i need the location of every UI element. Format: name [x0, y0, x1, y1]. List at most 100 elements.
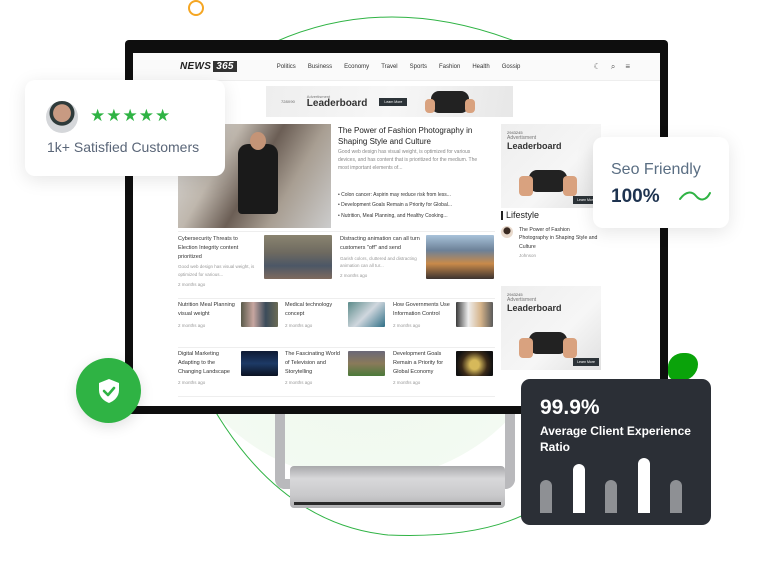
nav-business[interactable]: Business: [308, 64, 332, 70]
bullet-link[interactable]: Development Goals Remain a Priority for …: [338, 200, 488, 210]
article-card[interactable]: Distracting animation can all turn custo…: [340, 235, 425, 279]
ad-size: 728X90: [281, 99, 295, 104]
seo-card: Seo Friendly 100%: [593, 137, 729, 228]
article-title[interactable]: Nutrition Meal Planning visual weight: [178, 301, 238, 319]
main-nav: Politics Business Economy Travel Sports …: [277, 64, 521, 70]
article-thumbnail[interactable]: [456, 302, 493, 327]
article-time: 2 months ago: [178, 322, 206, 328]
lifestyle-item-author: Johnson: [519, 252, 537, 258]
article-desc: Good web design has visual weight, is op…: [178, 264, 255, 277]
site-header: NEWS 365 Politics Business Economy Trave…: [133, 53, 660, 81]
article-card[interactable]: How Governments Use Information Control …: [393, 301, 453, 329]
security-badge: [76, 358, 141, 423]
article-card[interactable]: Cybersecurity Threats to Election Integr…: [178, 235, 258, 288]
customers-card: ★★★★★ 1k+ Satisfied Customers: [25, 80, 225, 176]
nav-fashion[interactable]: Fashion: [439, 64, 460, 70]
sidebar: 2943245 Advertisment Leaderboard Learn M…: [501, 124, 601, 370]
site-logo[interactable]: NEWS 365: [180, 61, 237, 72]
rating-stars: ★★★★★: [90, 106, 172, 125]
lifestyle-item-title[interactable]: The Power of Fashion Photography in Shap…: [519, 226, 599, 251]
article-title[interactable]: Distracting animation can all turn custo…: [340, 235, 425, 253]
bullet-link[interactable]: Colon cancer: Aspirin may reduce risk fr…: [338, 190, 488, 200]
ad-learn-more-button[interactable]: Learn More: [573, 357, 599, 366]
menu-icon[interactable]: ≡: [625, 62, 630, 72]
ad-title: Leaderboard: [507, 302, 562, 313]
article-title[interactable]: Development Goals Remain a Priority for …: [393, 350, 453, 376]
logo-number: 365: [213, 61, 237, 72]
author-avatar: [501, 226, 513, 238]
gamepad-image: [519, 331, 577, 358]
experience-bar: [572, 463, 585, 513]
article-thumbnail[interactable]: [241, 351, 278, 376]
article-time: 2 months ago: [285, 322, 313, 328]
divider: [178, 231, 495, 232]
experience-bar: [540, 480, 552, 513]
article-title[interactable]: Digital Marketing Adapting to the Changi…: [178, 350, 240, 376]
nav-economy[interactable]: Economy: [344, 64, 369, 70]
moon-icon[interactable]: ☾: [594, 62, 601, 72]
hero-stage: NEWS 365 Politics Business Economy Trave…: [0, 0, 759, 568]
article-time: 2 months ago: [340, 272, 368, 278]
article-thumbnail[interactable]: [426, 235, 494, 279]
experience-bar: [637, 458, 650, 513]
experience-label: Average Client Experience Ratio: [540, 424, 691, 454]
ad-title: Leaderboard: [306, 97, 368, 109]
article-title[interactable]: Cybersecurity Threats to Election Integr…: [178, 235, 258, 261]
experience-value: 99.9%: [540, 396, 600, 419]
divider: [178, 298, 495, 299]
seo-title: Seo Friendly: [611, 161, 701, 178]
article-time: 2 months ago: [393, 322, 421, 328]
article-title[interactable]: The Fascinating World of Television and …: [285, 350, 345, 376]
gamepad-image: [519, 170, 577, 196]
ad-title: Leaderboard: [507, 141, 562, 151]
search-icon[interactable]: ⌕: [611, 62, 615, 72]
monitor-base: [290, 466, 505, 508]
article-time: 2 months ago: [285, 380, 313, 386]
article-thumbnail[interactable]: [241, 302, 278, 327]
article-thumbnail[interactable]: [348, 351, 385, 376]
section-heading-lifestyle: Lifestyle: [501, 211, 601, 220]
article-thumbnail[interactable]: [264, 235, 332, 279]
article-thumbnail[interactable]: [456, 351, 493, 376]
nav-sports[interactable]: Sports: [410, 64, 427, 70]
experience-bar: [670, 480, 682, 513]
wave-icon: [679, 191, 711, 201]
sidebar-ad-2[interactable]: 2943245 Advertisment Leaderboard Learn M…: [501, 285, 601, 370]
hero-bullets: Colon cancer: Aspirin may reduce risk fr…: [338, 190, 488, 221]
article-time: 2 months ago: [178, 281, 206, 287]
article-card[interactable]: Nutrition Meal Planning visual weight 2 …: [178, 301, 238, 329]
article-card[interactable]: Medical technology concept 2 months ago: [285, 301, 345, 329]
hero-title[interactable]: The Power of Fashion Photography in Shap…: [338, 126, 488, 148]
header-icons: ☾ ⌕ ≡: [594, 62, 630, 72]
article-card[interactable]: Development Goals Remain a Priority for …: [393, 350, 453, 387]
article-time: 2 months ago: [393, 380, 421, 386]
nav-health[interactable]: Health: [472, 64, 489, 70]
article-card[interactable]: The Fascinating World of Television and …: [285, 350, 345, 387]
experience-card: 99.9% Average Client Experience Ratio: [521, 379, 711, 525]
article-title[interactable]: How Governments Use Information Control: [393, 301, 453, 319]
customers-text: 1k+ Satisfied Customers: [47, 139, 200, 155]
ad-learn-more-button[interactable]: Learn More: [379, 97, 408, 106]
orange-ring-decoration: [188, 0, 204, 16]
logo-word: NEWS: [180, 61, 212, 72]
customer-avatar: [46, 101, 78, 133]
article-desc: Garish colors, cluttered and distracting…: [340, 255, 417, 268]
divider: [178, 396, 495, 397]
nav-travel[interactable]: Travel: [381, 64, 397, 70]
article-title[interactable]: Medical technology concept: [285, 301, 345, 319]
article-time: 2 months ago: [178, 380, 206, 386]
article-thumbnail[interactable]: [348, 302, 385, 327]
lifestyle-item[interactable]: The Power of Fashion Photography in Shap…: [501, 226, 601, 258]
nav-politics[interactable]: Politics: [277, 64, 296, 70]
experience-bar: [605, 480, 617, 513]
nav-gossip[interactable]: Gossip: [502, 64, 521, 70]
bullet-link[interactable]: Nutrition, Meal Planning, and Healthy Co…: [338, 211, 488, 221]
hero-description: Good web design has visual weight, is op…: [338, 149, 478, 171]
seo-value: 100%: [611, 186, 660, 207]
gamepad-image: [425, 90, 476, 113]
shield-check-icon: [98, 378, 119, 403]
divider: [178, 347, 495, 348]
leaderboard-ad-top[interactable]: 728X90 Advertisment Leaderboard Learn Mo…: [266, 86, 513, 117]
sidebar-ad[interactable]: 2943245 Advertisment Leaderboard Learn M…: [501, 124, 601, 208]
article-card[interactable]: Digital Marketing Adapting to the Changi…: [178, 350, 240, 387]
